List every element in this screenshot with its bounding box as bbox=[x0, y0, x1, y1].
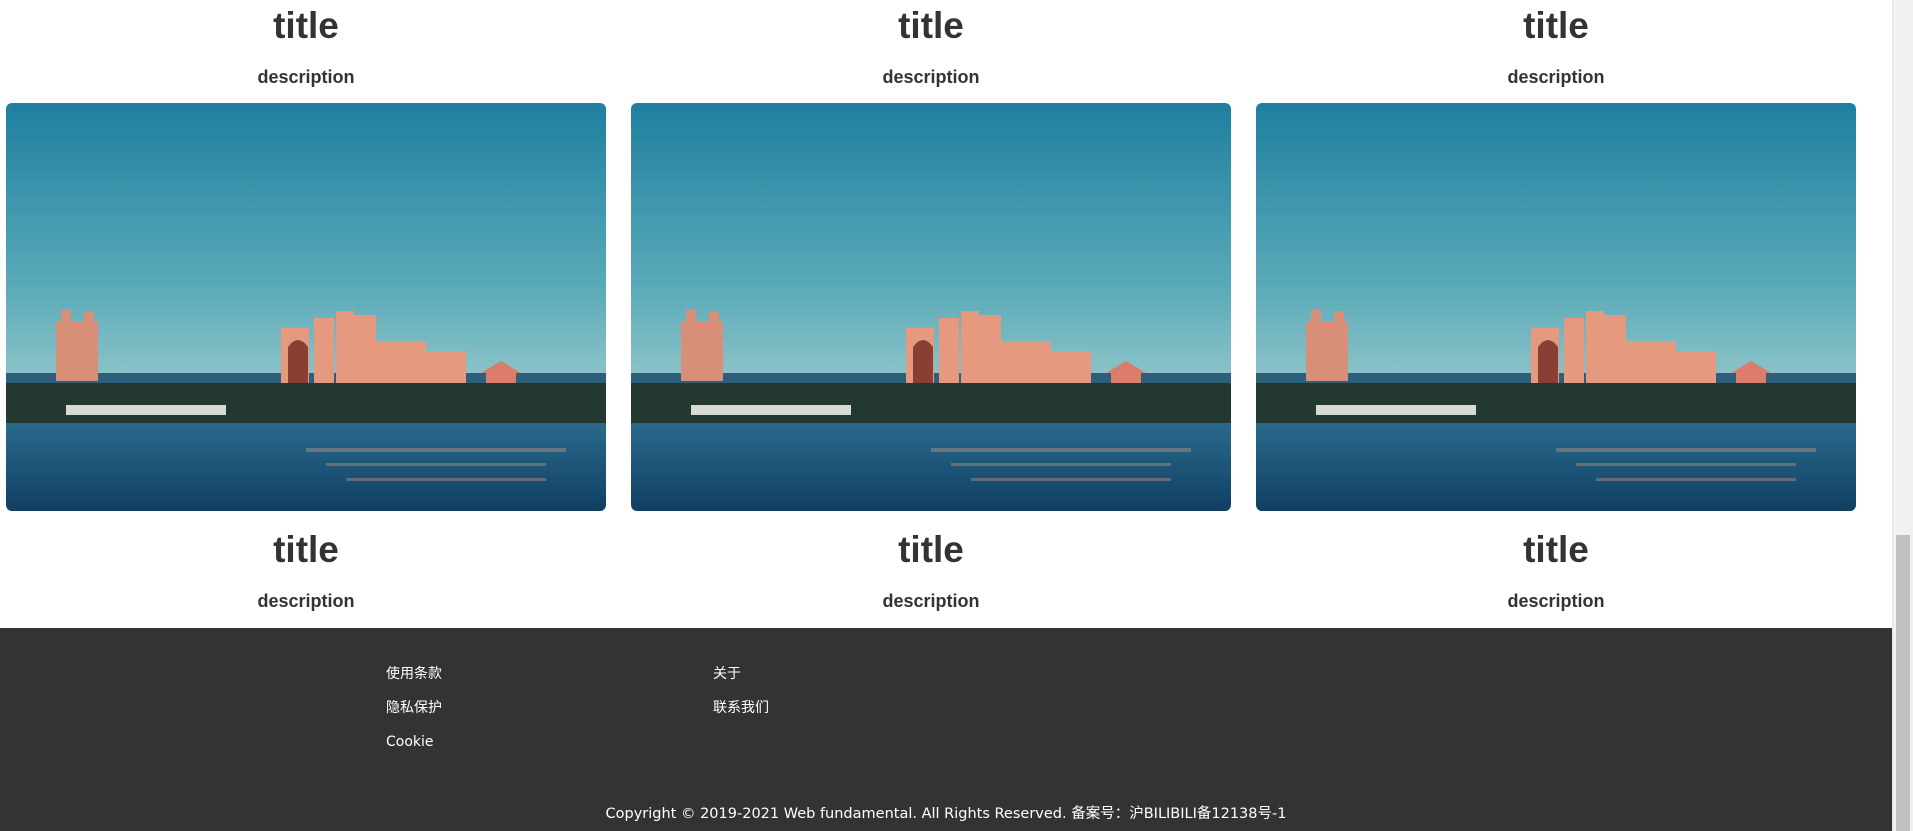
card-description: description bbox=[257, 591, 355, 611]
card-caption-bottom-desc: description bbox=[6, 590, 606, 612]
footer-link-terms[interactable]: 使用条款 bbox=[386, 666, 442, 700]
card-caption-top: title bbox=[1256, 6, 1856, 46]
card-title: title bbox=[1523, 529, 1589, 570]
footer-link-contact[interactable]: 联系我们 bbox=[713, 700, 769, 734]
card-caption-bottom: title bbox=[6, 530, 606, 570]
resort-photo-image bbox=[1256, 103, 1856, 511]
card-title: title bbox=[1523, 5, 1589, 46]
card-caption-top-desc: description bbox=[1256, 66, 1856, 88]
card-caption-top-desc: description bbox=[6, 66, 606, 88]
card-description: description bbox=[882, 67, 980, 87]
card-caption-top-desc: description bbox=[631, 66, 1231, 88]
footer-link-about[interactable]: 关于 bbox=[713, 666, 769, 700]
card-photo[interactable] bbox=[631, 103, 1231, 511]
card-caption-bottom: title bbox=[631, 530, 1231, 570]
footer-links-right: 关于 联系我们 bbox=[713, 666, 769, 734]
card-photo[interactable] bbox=[1256, 103, 1856, 511]
card-title: title bbox=[273, 529, 339, 570]
card-caption-top: title bbox=[6, 6, 606, 46]
scrollbar-thumb[interactable] bbox=[1896, 535, 1910, 831]
footer-link-privacy[interactable]: 隐私保护 bbox=[386, 700, 442, 734]
footer-link-cookie[interactable]: Cookie bbox=[386, 734, 442, 768]
copyright-text: Copyright © 2019-2021 Web fundamental. A… bbox=[605, 806, 1287, 822]
card-caption-top: title bbox=[631, 6, 1231, 46]
vertical-scrollbar[interactable] bbox=[1892, 0, 1913, 831]
resort-photo-image bbox=[631, 103, 1231, 511]
card-photo[interactable] bbox=[6, 103, 606, 511]
card-description: description bbox=[1507, 67, 1605, 87]
card-title: title bbox=[898, 5, 964, 46]
footer-links-left: 使用条款 隐私保护 Cookie bbox=[386, 666, 442, 768]
card-title: title bbox=[898, 529, 964, 570]
card-caption-bottom-desc: description bbox=[631, 590, 1231, 612]
card-description: description bbox=[1507, 591, 1605, 611]
card-caption-bottom-desc: description bbox=[1256, 590, 1856, 612]
site-footer: 使用条款 隐私保护 Cookie 关于 联系我们 Copyright © 201… bbox=[0, 628, 1892, 831]
card-title: title bbox=[273, 5, 339, 46]
page: title description title description titl… bbox=[0, 0, 1892, 831]
resort-photo-image bbox=[6, 103, 606, 511]
card-description: description bbox=[257, 67, 355, 87]
card-description: description bbox=[882, 591, 980, 611]
card-caption-bottom: title bbox=[1256, 530, 1856, 570]
